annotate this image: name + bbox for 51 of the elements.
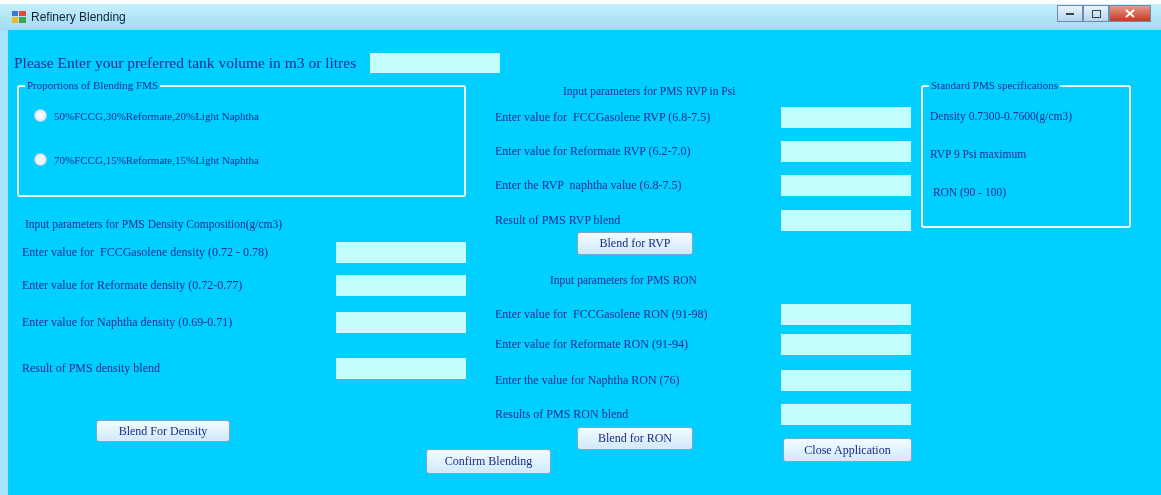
minimize-icon (1066, 12, 1074, 15)
field-label: Enter value for FCCGasolene RON (91-98) (495, 307, 709, 322)
field-label: Enter value for FCCGasolene density (0.72 - 0.78) (22, 245, 269, 260)
field-label: Result of PMS density blend (22, 361, 161, 376)
field-label: Enter the RVP naphtha value (6.8-7.5) (495, 178, 683, 193)
maximize-icon (1091, 9, 1101, 18)
close-application-button[interactable]: Close Application (783, 438, 912, 462)
close-icon (1125, 9, 1135, 18)
radio-button[interactable] (34, 109, 47, 122)
result-field[interactable] (781, 404, 911, 425)
minimize-button[interactable] (1057, 5, 1083, 22)
field-label: Enter the value for Naphtha RON (76) (495, 373, 681, 388)
field-label: Enter value for Reformate density (0.72-0.77) (22, 278, 244, 293)
input-field[interactable] (781, 334, 911, 355)
group-title: Proportions of Blending FMS (25, 79, 161, 91)
input-field[interactable] (336, 275, 466, 296)
blend-ron-button[interactable]: Blend for RON (577, 427, 693, 450)
input-field[interactable] (781, 304, 911, 325)
result-field[interactable] (781, 210, 911, 231)
radio-button[interactable] (34, 153, 47, 166)
input-field[interactable] (336, 242, 466, 263)
blend-density-button[interactable]: Blend For Density (96, 420, 230, 442)
input-field[interactable] (781, 141, 911, 162)
section-heading: Input parameters for PMS RON (550, 274, 698, 286)
spec-text: Density 0.7300-0.7600(g/cm3) (930, 110, 1074, 125)
input-field[interactable] (781, 370, 911, 391)
section-heading: Input parameters for PMS RVP in Psi (563, 85, 737, 97)
maximize-button[interactable] (1083, 5, 1109, 22)
window-title: Refinery Blending (31, 10, 126, 24)
option-label: 70%FCCG,15%Reformate,15%Light Naphtha (54, 153, 259, 166)
section-heading: Input parameters for PMS Density Composition(g/cm3) (25, 218, 284, 230)
field-label: Result of PMS RVP blend (495, 213, 622, 228)
spec-text: RON (90 - 100) (931, 186, 1008, 201)
field-label: Enter value for Naphtha density (0.69-0.71) (22, 315, 234, 330)
field-label: Results of PMS RON blend (495, 407, 630, 422)
field-label: Enter value for FCCGasolene RVP (6.8-7.5) (495, 110, 712, 125)
confirm-blending-button[interactable]: Confirm Blending (426, 449, 551, 474)
result-field[interactable] (336, 358, 466, 379)
input-field[interactable] (781, 107, 911, 128)
field-label: Enter value for Reformate RON (91-94) (495, 337, 689, 352)
field-label: Enter value for Reformate RVP (6.2-7.0) (495, 144, 692, 159)
spec-text: RVP 9 Psi maximum (930, 148, 1028, 162)
tank-volume-label: Please Enter your preferred tank volume in m3 or litres (14, 53, 357, 72)
blend-rvp-button[interactable]: Blend for RVP (577, 232, 693, 255)
tank-volume-field[interactable] (370, 52, 501, 73)
option-label: 50%FCCG,30%Reformate,20%Light Naphtha (54, 109, 259, 122)
input-field[interactable] (781, 175, 911, 196)
input-field[interactable] (336, 312, 466, 333)
app-icon (12, 11, 26, 23)
group-title: Standard PMS specifications (929, 79, 1061, 91)
close-button[interactable] (1109, 5, 1151, 22)
